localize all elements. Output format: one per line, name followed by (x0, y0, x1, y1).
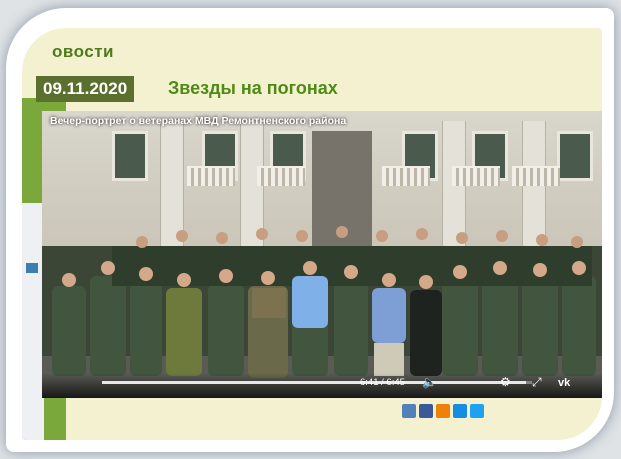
article-date: 09.11.2020 (36, 76, 135, 102)
settings-icon[interactable]: ⚙ (500, 375, 511, 389)
window-icon (557, 131, 593, 181)
video-frame-group-photo (42, 226, 602, 398)
vk-share-icon[interactable] (402, 404, 416, 418)
vk-logo-icon[interactable]: vk (558, 377, 570, 389)
balustrade (187, 166, 235, 186)
video-player[interactable]: Вечер-портрет о ветеранах МВД Ремонтненс… (42, 111, 602, 398)
photo-frame: овости 09.11.2020 Звезды на погонах Вече… (6, 8, 614, 452)
twitter-share-icon[interactable] (470, 404, 484, 418)
video-progress-fill (102, 381, 526, 384)
section-title: овости (52, 42, 115, 61)
sidebar-logo-icon (26, 263, 38, 273)
video-caption: Вечер-портрет о ветеранах МВД Ремонтненс… (50, 115, 347, 127)
balustrade (512, 166, 560, 186)
fullscreen-icon[interactable]: ⤢ (532, 375, 542, 390)
article-title[interactable]: Звезды на погонах (168, 78, 338, 99)
window-icon (112, 131, 148, 181)
facebook-share-icon[interactable] (419, 404, 433, 418)
left-panel (22, 203, 44, 440)
monitor-screen: овости 09.11.2020 Звезды на погонах Вече… (22, 28, 602, 440)
video-time: 6:41 / 6:45 (360, 377, 405, 388)
odnoklassniki-share-icon[interactable] (436, 404, 450, 418)
video-progress-bar[interactable] (102, 381, 532, 384)
balustrade (382, 166, 430, 186)
share-buttons (402, 404, 484, 418)
balustrade (452, 166, 500, 186)
video-controls: 6:41 / 6:45 🔈 ⚙ ⤢ vk (42, 373, 602, 398)
volume-icon[interactable]: 🔈 (422, 375, 437, 389)
mail-share-icon[interactable] (453, 404, 467, 418)
balustrade (257, 166, 305, 186)
